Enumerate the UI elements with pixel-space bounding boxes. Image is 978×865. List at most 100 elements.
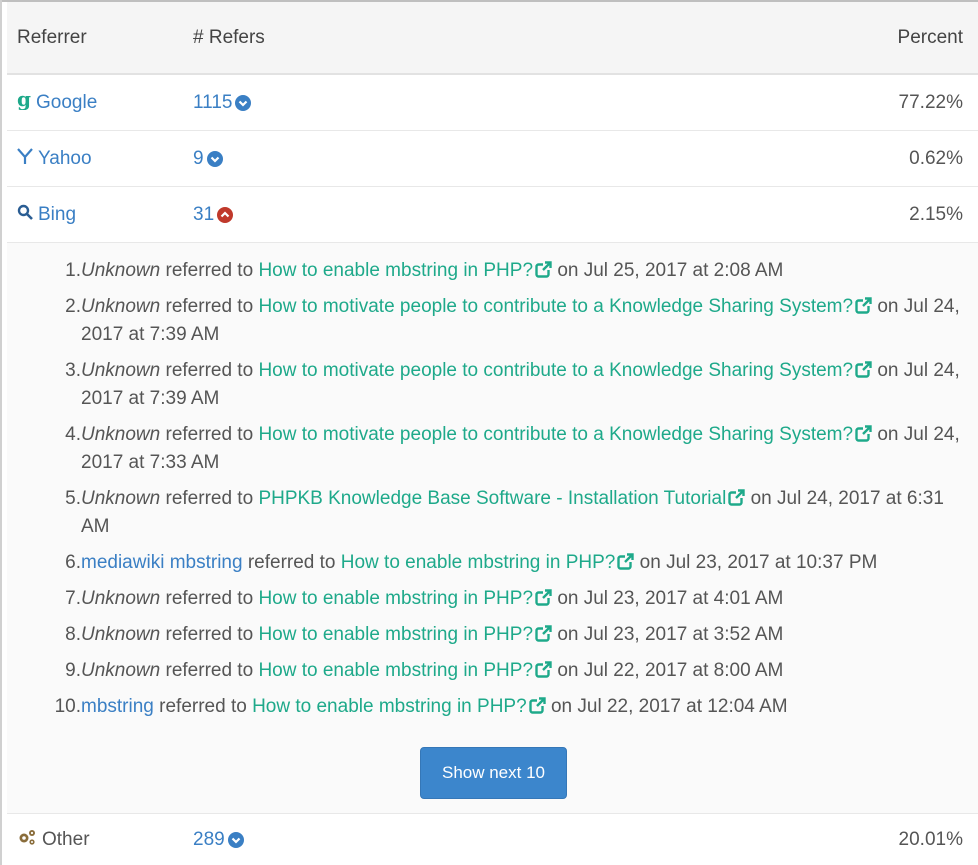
chevron-up-circle-icon[interactable] [217, 206, 234, 223]
external-link-icon[interactable] [535, 659, 553, 678]
referrer-other-label: Other [42, 828, 90, 850]
list-item: 9. Unknown referred to How to enable mbst… [7, 657, 978, 685]
referred-to-text: referred to [165, 360, 254, 381]
on-text: on [877, 424, 899, 445]
list-item: 4. Unknown referred to How to motivate pe… [7, 421, 978, 477]
chevron-down-circle-icon[interactable] [235, 94, 252, 111]
google-icon: g [17, 87, 31, 116]
referral-date: Jul 22, 2017 at 12:04 AM [577, 696, 788, 717]
header-percent: Percent [897, 26, 963, 48]
referrer-unknown: Unknown [81, 260, 161, 281]
referrer-unknown: Unknown [81, 296, 161, 317]
table-row-google: g Google 1115 77.22% [7, 75, 978, 131]
header-refers: # Refers [193, 26, 265, 48]
referral-date: Jul 23, 2017 at 4:01 AM [583, 588, 784, 609]
article-link[interactable]: How to enable mbstring in PHP? [258, 624, 533, 645]
referrer-link-bing[interactable]: Bing [38, 204, 76, 226]
external-link-icon[interactable] [617, 551, 635, 570]
referred-to-text: referred to [165, 488, 254, 509]
referrer-unknown: Unknown [81, 360, 161, 381]
article-link[interactable]: How to enable mbstring in PHP? [341, 552, 616, 573]
list-item-number: 3. [65, 360, 81, 381]
yahoo-icon [17, 147, 33, 171]
external-link-icon[interactable] [528, 695, 546, 714]
list-item: 10. mbstring referred to How to enable mb… [7, 693, 978, 721]
list-item-number: 8. [65, 624, 81, 645]
on-text: on [639, 552, 661, 573]
article-link[interactable]: How to motivate people to contribute to … [258, 360, 853, 381]
referrer-unknown: Unknown [81, 588, 161, 609]
referral-date: Jul 23, 2017 at 3:52 AM [583, 624, 784, 645]
bing-referral-details: 1. Unknown referred to How to enable mbst… [7, 243, 978, 813]
header-referrer: Referrer [17, 26, 87, 48]
list-item-number: 6. [65, 552, 81, 573]
article-link[interactable]: How to motivate people to contribute to … [258, 424, 853, 445]
percent-yahoo: 0.62% [909, 147, 963, 169]
list-item-number: 7. [65, 588, 81, 609]
article-link[interactable]: How to enable mbstring in PHP? [258, 260, 533, 281]
referral-date: Jul 23, 2017 at 10:37 PM [666, 552, 878, 573]
show-next-button[interactable]: Show next 10 [420, 747, 567, 799]
external-link-icon[interactable] [535, 259, 553, 278]
refer-count-google[interactable]: 1115 [193, 92, 232, 114]
bing-search-icon [17, 204, 33, 226]
referrer-keyword-link[interactable]: mediawiki mbstring [81, 552, 243, 573]
list-item: 8. Unknown referred to How to enable mbst… [7, 621, 978, 649]
list-item-number: 1. [65, 260, 81, 281]
table-header: Referrer # Refers Percent [7, 2, 978, 75]
referred-to-text: referred to [165, 624, 254, 645]
chevron-down-circle-icon[interactable] [206, 150, 223, 167]
referred-to-text: referred to [159, 696, 247, 717]
list-item: 5. Unknown referred to PHPKB Knowledge Ba… [7, 485, 978, 541]
referrer-keyword-link[interactable]: mbstring [81, 696, 154, 717]
referred-to-text: referred to [247, 552, 336, 573]
external-link-icon[interactable] [855, 359, 873, 378]
list-item: 3. Unknown referred to How to motivate pe… [7, 357, 978, 413]
percent-bing: 2.15% [909, 203, 963, 225]
on-text: on [750, 488, 772, 509]
referrer-link-yahoo[interactable]: Yahoo [38, 148, 92, 170]
article-link[interactable]: How to enable mbstring in PHP? [252, 696, 527, 717]
referral-date: Jul 25, 2017 at 2:08 AM [583, 260, 784, 281]
on-text: on [557, 624, 579, 645]
list-item: 6. mediawiki mbstring referred to How to … [7, 549, 978, 577]
on-text: on [877, 296, 899, 317]
refer-count-bing[interactable]: 31 [193, 204, 214, 226]
external-link-icon[interactable] [535, 587, 553, 606]
on-text: on [877, 360, 899, 381]
referred-to-text: referred to [165, 424, 254, 445]
external-link-icon[interactable] [728, 487, 746, 506]
percent-other: 20.01% [898, 828, 963, 850]
external-link-icon[interactable] [535, 623, 553, 642]
svg-text:g: g [17, 90, 31, 110]
refer-count-yahoo[interactable]: 9 [193, 148, 204, 170]
external-link-icon[interactable] [855, 295, 873, 314]
list-item: 2. Unknown referred to How to motivate pe… [7, 293, 978, 349]
list-item-number: 5. [65, 488, 81, 509]
percent-google: 77.22% [898, 91, 963, 113]
on-text: on [550, 696, 573, 717]
referrer-unknown: Unknown [81, 624, 161, 645]
referred-to-text: referred to [165, 260, 254, 281]
article-link[interactable]: How to enable mbstring in PHP? [258, 660, 533, 681]
referrer-link-google[interactable]: Google [36, 92, 97, 114]
table-row-bing: Bing 31 2.15% [7, 187, 978, 243]
list-item: 1. Unknown referred to How to enable mbst… [7, 257, 978, 285]
list-item-number: 4. [65, 424, 81, 445]
table-row-other: Other 289 20.01% [7, 813, 978, 865]
list-item: 7. Unknown referred to How to enable mbst… [7, 585, 978, 613]
table-row-yahoo: Yahoo 9 0.62% [7, 131, 978, 187]
referred-to-text: referred to [165, 660, 254, 681]
refer-count-other[interactable]: 289 [193, 829, 225, 851]
list-item-number: 9. [65, 660, 81, 681]
referred-to-text: referred to [165, 588, 254, 609]
article-link[interactable]: PHPKB Knowledge Base Software - Installa… [258, 488, 726, 509]
external-link-icon[interactable] [855, 423, 873, 442]
referred-to-text: referred to [165, 296, 254, 317]
chevron-down-circle-icon[interactable] [227, 831, 244, 848]
article-link[interactable]: How to enable mbstring in PHP? [258, 588, 533, 609]
referrer-unknown: Unknown [81, 424, 161, 445]
referral-list: 1. Unknown referred to How to enable mbst… [7, 257, 978, 729]
article-link[interactable]: How to motivate people to contribute to … [258, 296, 853, 317]
list-item-number: 10. [54, 696, 81, 717]
